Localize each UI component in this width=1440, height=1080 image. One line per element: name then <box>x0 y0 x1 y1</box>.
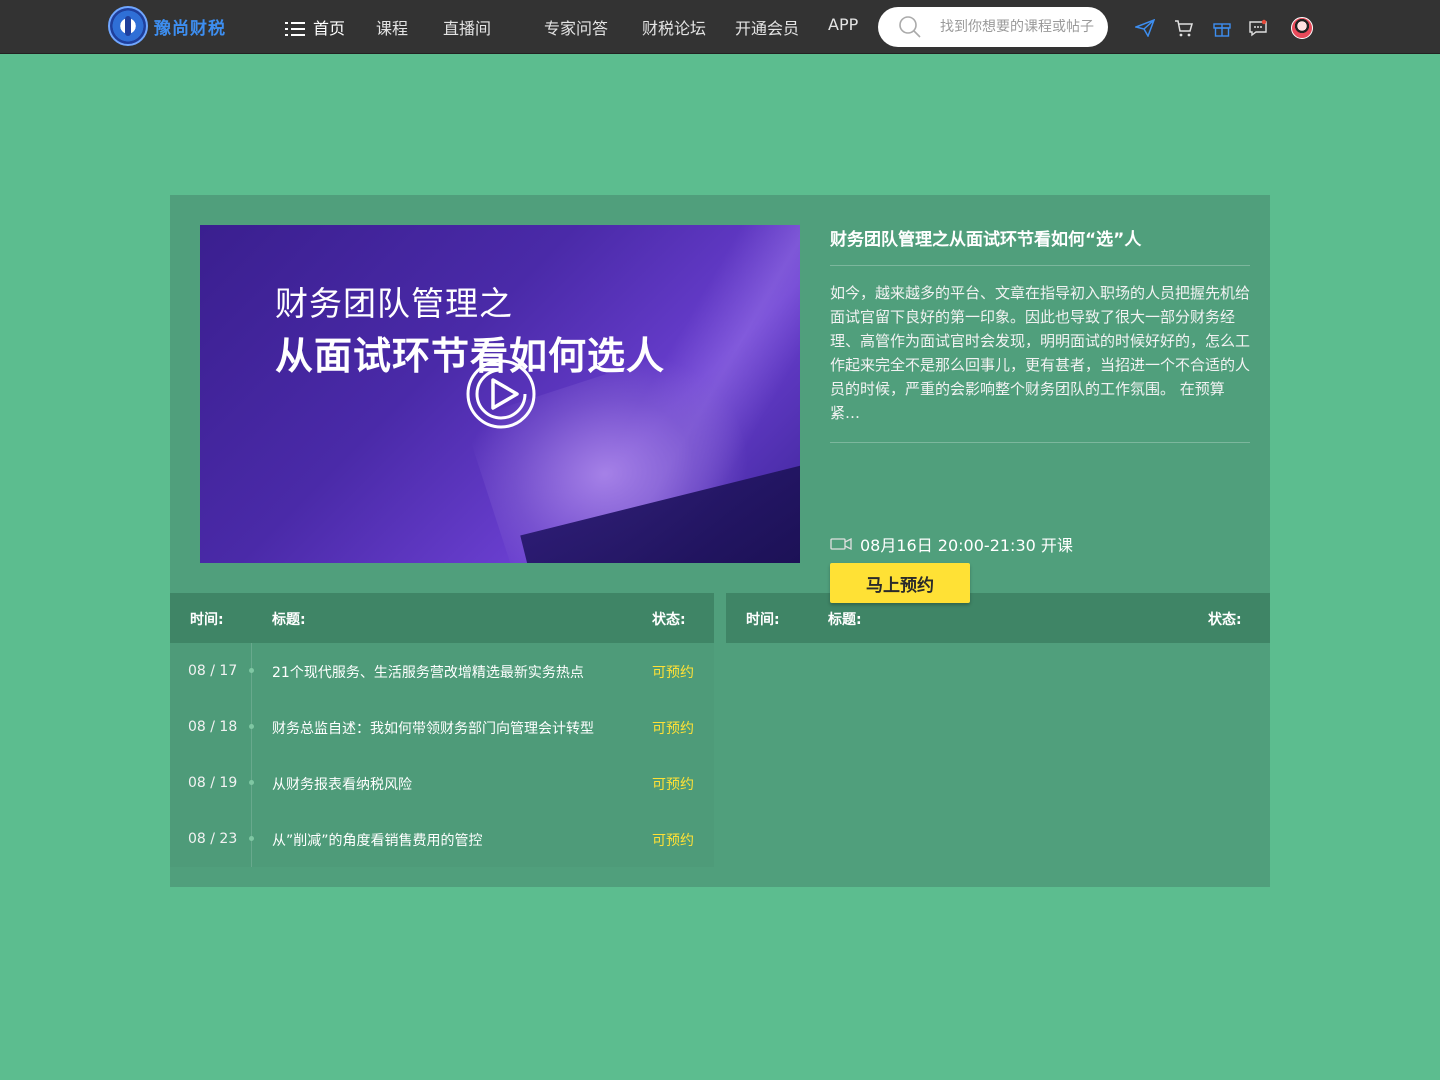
top-nav-bar: 豫尚财税 首页 课程 直播间 专家问答 财税论坛 开通会员 APP <box>0 0 1440 54</box>
nav-item-membership[interactable]: 开通会员 <box>735 15 799 39</box>
nav-item-courses[interactable]: 课程 <box>376 15 408 39</box>
item-status[interactable]: 可预约 <box>652 774 694 794</box>
item-date: 08 / 17 <box>188 663 238 679</box>
item-status[interactable]: 可预约 <box>652 830 694 850</box>
schedule-text: 08月16日 20:00-21:30 开课 <box>860 536 1073 555</box>
header-time: 时间: <box>190 612 224 628</box>
timeline-dot <box>249 668 254 673</box>
item-title[interactable]: 从财务报表看纳税风险 <box>272 774 412 794</box>
header-title: 标题: <box>828 612 862 628</box>
divider <box>830 442 1250 443</box>
upcoming-list-right: 时间: 标题: 状态: <box>726 593 1270 887</box>
search-icon[interactable] <box>898 15 922 39</box>
divider <box>830 265 1250 266</box>
upcoming-list-left: 时间: 标题: 状态: 08 / 17 21个现代服务、生活服务营改增精选最新实… <box>170 593 714 867</box>
logo-emblem-icon <box>108 6 148 46</box>
course-video-thumbnail[interactable]: 财务团队管理之 从面试环节看如何选人 <box>200 225 800 563</box>
course-description: 如今，越来越多的平台、文章在指导初入职场的人员把握先机给面试官留下良好的第一印象… <box>830 284 1251 422</box>
list-body: 08 / 17 21个现代服务、生活服务营改增精选最新实务热点 可预约 08 /… <box>170 643 714 867</box>
featured-course-panel: 财务团队管理之 从面试环节看如何选人 财务团队管理之从面试环节看如何“选”人 如… <box>170 195 1270 887</box>
nav-item-home-label: 首页 <box>313 19 346 38</box>
header-title: 标题: <box>272 612 306 628</box>
item-status[interactable]: 可预约 <box>652 718 694 738</box>
item-date: 08 / 19 <box>188 775 238 791</box>
item-title[interactable]: 21个现代服务、生活服务营改增精选最新实务热点 <box>272 662 584 682</box>
list-item[interactable]: 08 / 17 21个现代服务、生活服务营改增精选最新实务热点 可预约 <box>170 643 714 699</box>
search-input[interactable] <box>940 19 1100 35</box>
menu-list-icon <box>285 22 305 36</box>
reserve-button[interactable]: 马上预约 <box>830 563 970 603</box>
logo[interactable]: 豫尚财税 <box>108 5 226 47</box>
list-body <box>726 643 1270 887</box>
item-status[interactable]: 可预约 <box>652 662 694 682</box>
item-date: 08 / 23 <box>188 831 238 847</box>
item-title[interactable]: 从”削减”的角度看销售费用的管控 <box>272 830 483 850</box>
course-title[interactable]: 财务团队管理之从面试环节看如何“选”人 <box>830 225 1250 250</box>
header-status: 状态: <box>652 612 686 628</box>
nav-item-app[interactable]: APP <box>828 15 858 34</box>
list-header: 时间: 标题: 状态: <box>726 593 1270 643</box>
video-camera-icon <box>830 537 852 551</box>
nav-item-expert-qa[interactable]: 专家问答 <box>544 15 608 39</box>
timeline-dot <box>249 724 254 729</box>
send-icon[interactable] <box>1135 19 1155 37</box>
play-icon[interactable] <box>465 358 537 430</box>
timeline-dot <box>249 836 254 841</box>
list-header: 时间: 标题: 状态: <box>170 593 714 643</box>
item-date: 08 / 18 <box>188 719 238 735</box>
header-status: 状态: <box>1208 612 1242 628</box>
cart-icon[interactable] <box>1174 19 1194 37</box>
logo-text: 豫尚财税 <box>154 18 226 39</box>
item-title[interactable]: 财务总监自述：我如何带领财务部门向管理会计转型 <box>272 718 594 738</box>
nav-item-forum[interactable]: 财税论坛 <box>642 15 706 39</box>
course-schedule: 08月16日 20:00-21:30 开课 <box>830 532 1073 556</box>
timeline-dot <box>249 780 254 785</box>
list-item[interactable]: 08 / 23 从”削减”的角度看销售费用的管控 可预约 <box>170 811 714 867</box>
header-time: 时间: <box>746 612 780 628</box>
video-heading-line1: 财务团队管理之 <box>275 284 513 323</box>
search-box <box>878 7 1108 47</box>
list-item[interactable]: 08 / 19 从财务报表看纳税风险 可预约 <box>170 755 714 811</box>
nav-item-live[interactable]: 直播间 <box>443 15 491 39</box>
avatar[interactable] <box>1291 17 1313 39</box>
list-item[interactable]: 08 / 18 财务总监自述：我如何带领财务部门向管理会计转型 可预约 <box>170 699 714 755</box>
nav-item-home[interactable]: 首页 <box>285 15 345 39</box>
message-icon[interactable] <box>1249 19 1267 37</box>
gift-icon[interactable] <box>1213 19 1231 37</box>
